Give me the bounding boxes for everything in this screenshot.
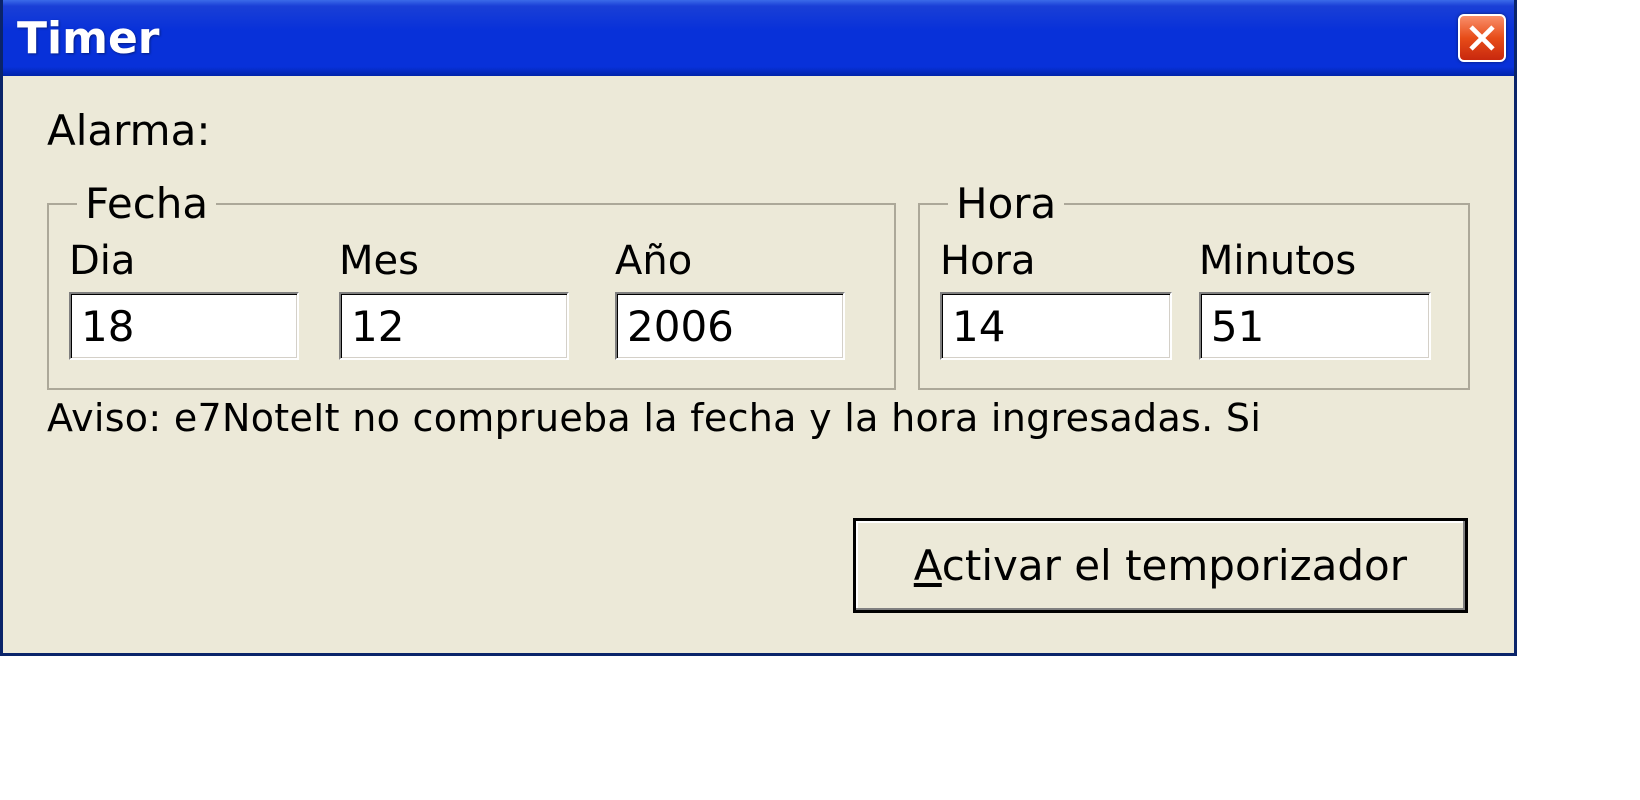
minutos-label: Minutos: [1199, 238, 1448, 284]
fecha-legend: Fecha: [77, 179, 216, 228]
minutos-field-container: Minutos: [1199, 238, 1448, 360]
activate-timer-button[interactable]: Activar el temporizador: [853, 518, 1468, 613]
minutos-input[interactable]: [1199, 292, 1431, 360]
ano-label: Año: [615, 238, 869, 284]
button-row: Activar el temporizador: [47, 518, 1470, 613]
mes-label: Mes: [339, 238, 615, 284]
dia-field-container: Dia: [69, 238, 339, 360]
close-icon: [1468, 24, 1496, 52]
hora-label: Hora: [940, 238, 1199, 284]
hora-fields: Hora Minutos: [940, 238, 1448, 360]
ano-field-container: Año: [615, 238, 869, 360]
window-title: Timer: [17, 13, 159, 64]
fecha-fieldset: Fecha Dia Mes Año: [47, 179, 896, 390]
close-button[interactable]: [1458, 14, 1506, 62]
fieldsets-row: Fecha Dia Mes Año: [47, 179, 1470, 390]
dia-label: Dia: [69, 238, 339, 284]
mes-field-container: Mes: [339, 238, 615, 360]
hora-fieldset: Hora Hora Minutos: [918, 179, 1470, 390]
dia-input[interactable]: [69, 292, 299, 360]
hora-input[interactable]: [940, 292, 1172, 360]
hora-field-container: Hora: [940, 238, 1199, 360]
warning-text: Aviso: e7NoteIt no comprueba la fecha y …: [47, 396, 1470, 440]
activate-button-label-rest: ctivar el temporizador: [942, 541, 1407, 590]
window-content: Alarma: Fecha Dia Mes Año: [3, 76, 1514, 653]
alarm-label: Alarma:: [47, 106, 1470, 155]
titlebar[interactable]: Timer: [3, 0, 1514, 76]
fecha-fields: Dia Mes Año: [69, 238, 874, 360]
activate-accel-char: A: [914, 541, 942, 590]
hora-legend: Hora: [948, 179, 1064, 228]
mes-input[interactable]: [339, 292, 569, 360]
ano-input[interactable]: [615, 292, 845, 360]
timer-window: Timer Alarma: Fecha Dia Mes: [0, 0, 1517, 656]
